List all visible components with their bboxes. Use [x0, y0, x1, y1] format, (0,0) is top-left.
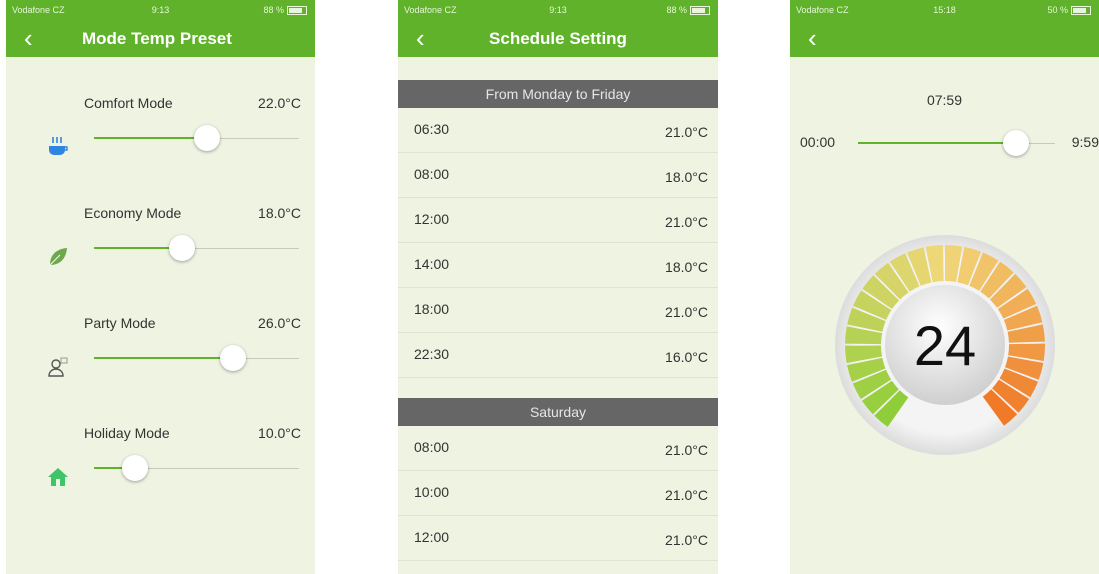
nav-bar: ‹ Schedule Setting: [398, 20, 718, 57]
nav-bar: ‹: [790, 20, 1099, 57]
schedule-time: 22:30: [414, 346, 450, 362]
mode-value: 18.0°C: [258, 205, 301, 221]
schedule-temp: 18.0°C: [665, 259, 708, 275]
battery-icon: [1071, 6, 1091, 16]
schedule-row[interactable]: 12:00 21.0°C: [398, 198, 718, 243]
time-slider[interactable]: [858, 130, 1055, 156]
mode-value: 26.0°C: [258, 315, 301, 331]
slider-fill: [94, 357, 234, 359]
schedule-time: 14:00: [414, 256, 450, 272]
schedule-time: 06:30: [414, 121, 450, 137]
back-button[interactable]: ‹: [24, 23, 33, 53]
temperature-dial-screen: Vodafone CZ 15:18 50 % ‹ 07:59 00:00 9:5…: [790, 0, 1099, 574]
status-time: 9:13: [151, 5, 170, 15]
schedule-row[interactable]: 12:00 21.0°C: [398, 516, 718, 561]
schedule-time: 12:00: [414, 211, 450, 227]
status-bar: Vodafone CZ 15:18 50 %: [790, 0, 1099, 20]
time-range-start: 00:00: [800, 134, 836, 150]
schedule-setting-screen: Vodafone CZ 9:13 88 % ‹ Schedule Setting…: [398, 0, 718, 574]
schedule-row[interactable]: 18:00 21.0°C: [398, 288, 718, 333]
schedule-row[interactable]: 06:30 21.0°C: [398, 108, 718, 153]
schedule-row[interactable]: 22:30 16.0°C: [398, 333, 718, 378]
schedule-temp: 21.0°C: [665, 214, 708, 230]
schedule-temp: 18.0°C: [665, 169, 708, 185]
schedule-time: 08:00: [414, 439, 450, 455]
schedule-temp: 21.0°C: [665, 532, 708, 548]
carrier-label: Vodafone CZ: [404, 5, 457, 15]
mode-value: 22.0°C: [258, 95, 301, 111]
mode-item-comfort: Comfort Mode 22.0°C: [6, 77, 315, 187]
schedule-time: 10:00: [414, 484, 450, 500]
schedule-temp: 21.0°C: [665, 124, 708, 140]
person-icon: [48, 357, 68, 377]
battery-icon: [690, 6, 710, 16]
back-button[interactable]: ‹: [808, 23, 817, 53]
page-title: Mode Temp Preset: [82, 29, 232, 48]
battery-indicator: 88 %: [666, 5, 710, 16]
slider-knob[interactable]: [169, 235, 196, 261]
mode-name: Party Mode: [84, 315, 156, 331]
mode-item-holiday: Holiday Mode 10.0°C: [6, 407, 315, 517]
schedule-time: 08:00: [414, 166, 450, 182]
carrier-label: Vodafone CZ: [12, 5, 65, 15]
mode-value: 10.0°C: [258, 425, 301, 441]
section-header-saturday: Saturday: [398, 398, 718, 426]
battery-indicator: 50 %: [1047, 5, 1091, 16]
status-time: 15:18: [933, 5, 956, 15]
schedule-temp: 21.0°C: [665, 304, 708, 320]
slider-knob[interactable]: [220, 345, 247, 371]
party-temp-slider[interactable]: [94, 345, 299, 371]
coffee-cup-icon: [49, 137, 68, 155]
slider-fill: [94, 137, 207, 139]
mode-temp-preset-screen: Vodafone CZ 9:13 88 % ‹ Mode Temp Preset…: [6, 0, 315, 574]
slider-fill: [858, 142, 1016, 144]
house-icon: [48, 468, 68, 486]
mode-item-economy: Economy Mode 18.0°C: [6, 187, 315, 297]
slider-knob[interactable]: [122, 455, 148, 481]
slider-knob[interactable]: [193, 125, 220, 151]
mode-item-party: Party Mode 26.0°C: [6, 297, 315, 407]
schedule-temp: 21.0°C: [665, 487, 708, 503]
temperature-value: 24: [914, 314, 976, 377]
schedule-time: 18:00: [414, 301, 450, 317]
mode-name: Comfort Mode: [84, 95, 173, 111]
battery-indicator: 88 %: [263, 5, 307, 16]
economy-temp-slider[interactable]: [94, 235, 299, 261]
holiday-temp-slider[interactable]: [94, 455, 299, 481]
comfort-temp-slider[interactable]: [94, 125, 299, 151]
mode-name: Holiday Mode: [84, 425, 170, 441]
schedule-temp: 21.0°C: [665, 442, 708, 458]
section-header-weekdays: From Monday to Friday: [398, 80, 718, 108]
time-range-end: 9:59: [1071, 134, 1099, 150]
schedule-row[interactable]: 14:00 18.0°C: [398, 243, 718, 288]
schedule-row[interactable]: 08:00 21.0°C: [398, 426, 718, 471]
schedule-row[interactable]: 08:00 18.0°C: [398, 153, 718, 198]
carrier-label: Vodafone CZ: [796, 5, 849, 15]
schedule-row[interactable]: 10:00 21.0°C: [398, 471, 718, 516]
leaf-icon: [49, 248, 67, 266]
mode-name: Economy Mode: [84, 205, 182, 221]
temperature-dial[interactable]: 24: [820, 230, 1070, 460]
selected-time: 07:59: [926, 92, 963, 108]
schedule-time: 12:00: [414, 529, 450, 545]
status-time: 9:13: [549, 5, 567, 15]
schedule-temp: 16.0°C: [665, 349, 708, 365]
slider-knob[interactable]: [1002, 130, 1029, 156]
page-title: Schedule Setting: [489, 29, 627, 48]
nav-bar: ‹ Mode Temp Preset: [6, 20, 315, 57]
battery-icon: [287, 6, 307, 16]
status-bar: Vodafone CZ 9:13 88 %: [6, 0, 315, 20]
status-bar: Vodafone CZ 9:13 88 %: [398, 0, 718, 20]
